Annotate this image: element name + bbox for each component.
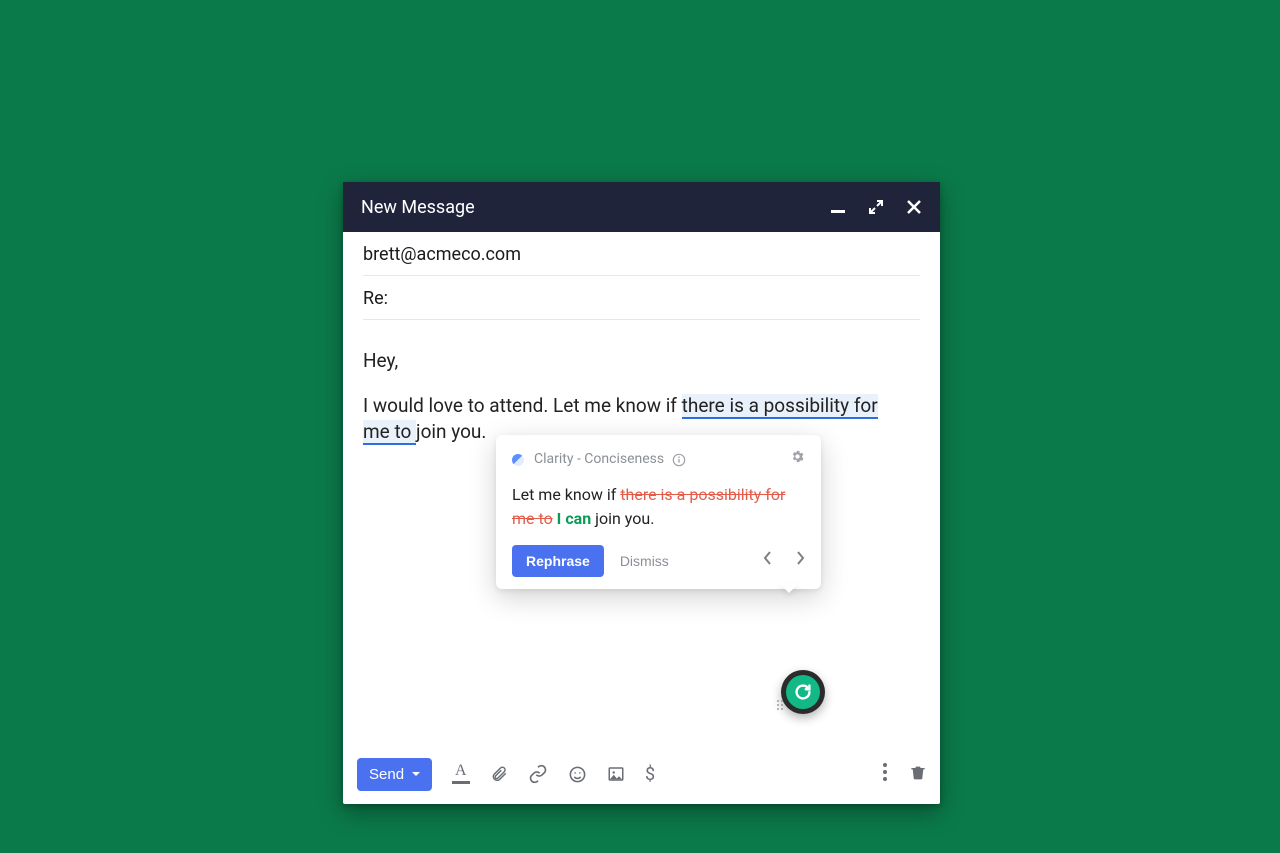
suggestion-header: Clarity - Conciseness — [512, 449, 805, 471]
suggestion-suffix: join you. — [591, 509, 654, 528]
toolbar-right — [882, 762, 926, 786]
suggestion-card: Clarity - Conciseness Let me know if the… — [496, 435, 821, 589]
more-options-icon[interactable] — [882, 762, 888, 786]
suggestion-text: Let me know if there is a possibility fo… — [512, 483, 805, 531]
text-format-icon[interactable] — [452, 764, 470, 784]
caret-down-icon — [412, 772, 420, 780]
compose-window: New Message brett@acmeco.com Re: Hey, I … — [343, 182, 940, 804]
format-icons: $ — [452, 764, 655, 785]
suggestion-nav — [763, 547, 805, 574]
window-controls — [830, 199, 922, 215]
drag-handle-icon[interactable] — [777, 700, 785, 712]
clarity-icon — [512, 454, 524, 466]
attachment-icon[interactable] — [490, 764, 508, 784]
gear-icon[interactable] — [790, 449, 805, 471]
suggestion-actions: Rephrase Dismiss — [512, 545, 805, 577]
rephrase-button[interactable]: Rephrase — [512, 545, 604, 577]
window-title: New Message — [361, 197, 830, 218]
body-greeting: Hey, — [363, 348, 920, 375]
message-body[interactable]: Hey, I would love to attend. Let me know… — [343, 320, 940, 744]
titlebar: New Message — [343, 182, 940, 232]
suggestion-insert: I can — [557, 509, 592, 528]
image-icon[interactable] — [607, 765, 625, 783]
close-icon[interactable] — [906, 199, 922, 215]
subject-field[interactable]: Re: — [363, 276, 920, 320]
highlighted-text[interactable]: me to — [363, 420, 416, 445]
compose-toolbar: Send $ — [343, 744, 940, 804]
minimize-icon[interactable] — [830, 199, 846, 215]
chevron-left-icon[interactable] — [763, 547, 773, 574]
grammarly-icon — [786, 675, 820, 709]
chevron-right-icon[interactable] — [795, 547, 805, 574]
body-text-plain: I would love to attend. Let me know if — [363, 394, 682, 417]
info-icon[interactable] — [672, 453, 686, 467]
header-fields: brett@acmeco.com Re: — [343, 232, 940, 320]
emoji-icon[interactable] — [568, 765, 587, 784]
grammarly-badge[interactable] — [781, 670, 825, 714]
expand-icon[interactable] — [868, 199, 884, 215]
payment-icon[interactable]: $ — [645, 764, 655, 785]
suggestion-prefix: Let me know if — [512, 485, 620, 504]
send-label: Send — [369, 766, 404, 783]
dismiss-button[interactable]: Dismiss — [620, 553, 669, 569]
suggestion-category: Clarity - Conciseness — [534, 450, 664, 470]
link-icon[interactable] — [528, 764, 548, 784]
highlighted-text[interactable]: there is a possibility for — [682, 394, 878, 419]
body-text-plain: join you. — [416, 420, 486, 443]
send-button[interactable]: Send — [357, 758, 432, 791]
trash-icon[interactable] — [910, 762, 926, 786]
to-field[interactable]: brett@acmeco.com — [363, 232, 920, 276]
